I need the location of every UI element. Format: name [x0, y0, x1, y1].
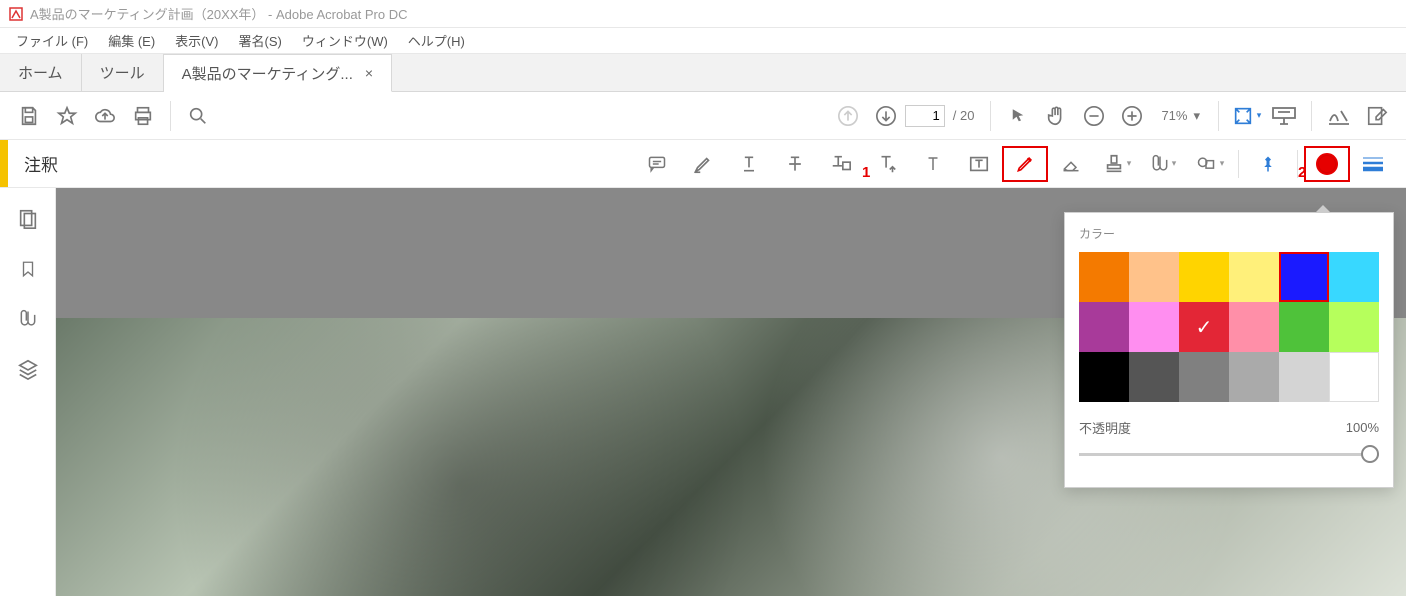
- tab-home-label: ホーム: [18, 62, 63, 83]
- zoom-out-button[interactable]: [1075, 97, 1113, 135]
- close-icon[interactable]: ×: [365, 65, 373, 81]
- eraser-tool[interactable]: [1048, 146, 1094, 182]
- opacity-slider[interactable]: [1079, 443, 1379, 467]
- separator: [170, 101, 171, 131]
- menu-view[interactable]: 表示(V): [165, 29, 228, 52]
- color-picker-popup: カラー ✓ 不透明度 100%: [1064, 212, 1394, 488]
- highlight-tool[interactable]: [680, 146, 726, 182]
- textbox-tool[interactable]: [956, 146, 1002, 182]
- tab-document[interactable]: A製品のマーケティング... ×: [164, 54, 393, 92]
- pin-toolbar-button[interactable]: [1245, 146, 1291, 182]
- color-swatch[interactable]: [1129, 352, 1179, 402]
- print-button[interactable]: [124, 97, 162, 135]
- menu-file[interactable]: ファイル (F): [6, 29, 98, 52]
- color-swatches: ✓: [1079, 252, 1379, 402]
- slider-track: [1079, 453, 1379, 456]
- layers-icon[interactable]: [17, 358, 39, 380]
- color-swatch[interactable]: [1279, 302, 1329, 352]
- text-comment-tool[interactable]: [910, 146, 956, 182]
- toolbar-main: / 20 71% ▾ ▾: [0, 92, 1406, 140]
- chevron-down-icon: ▾: [1193, 108, 1200, 124]
- comment-stripe: [0, 140, 8, 187]
- color-heading: カラー: [1079, 225, 1379, 242]
- sign-tool[interactable]: [1320, 97, 1358, 135]
- tab-tools[interactable]: ツール: [82, 54, 164, 91]
- menubar: ファイル (F) 編集 (E) 表示(V) 署名(S) ウィンドウ(W) ヘルプ…: [0, 28, 1406, 54]
- strikeout-tool[interactable]: [772, 146, 818, 182]
- color-swatch[interactable]: [1129, 252, 1179, 302]
- insert-text-tool[interactable]: [864, 146, 910, 182]
- color-swatch[interactable]: [1179, 352, 1229, 402]
- callout-2: 2: [1298, 164, 1306, 181]
- page-input[interactable]: [905, 105, 945, 127]
- drawing-shapes-tool[interactable]: ▾: [1186, 146, 1232, 182]
- edit-tool[interactable]: [1358, 97, 1396, 135]
- replace-text-tool[interactable]: [818, 146, 864, 182]
- color-swatch[interactable]: [1229, 252, 1279, 302]
- read-mode-button[interactable]: [1265, 97, 1303, 135]
- search-button[interactable]: [179, 97, 217, 135]
- attachment-tool[interactable]: ▾: [1140, 146, 1186, 182]
- fit-page-button[interactable]: ▾: [1227, 97, 1265, 135]
- check-icon: ✓: [1196, 315, 1213, 340]
- window-title: A製品のマーケティング計画（20XX年） - Adobe Acrobat Pro…: [30, 4, 408, 23]
- page-total: / 20: [953, 108, 975, 123]
- color-swatch[interactable]: [1229, 352, 1279, 402]
- tabbar: ホーム ツール A製品のマーケティング... ×: [0, 54, 1406, 92]
- color-swatch[interactable]: [1079, 302, 1129, 352]
- color-swatch[interactable]: [1329, 302, 1379, 352]
- separator: [1238, 150, 1239, 178]
- opacity-label: 不透明度: [1079, 418, 1131, 437]
- color-swatch-button[interactable]: [1304, 146, 1350, 182]
- menu-sign[interactable]: 署名(S): [229, 29, 292, 52]
- line-thickness-button[interactable]: [1350, 146, 1396, 182]
- menu-window[interactable]: ウィンドウ(W): [292, 29, 398, 52]
- color-swatch[interactable]: [1329, 352, 1379, 402]
- color-swatch[interactable]: [1329, 252, 1379, 302]
- color-swatch[interactable]: [1179, 252, 1229, 302]
- color-swatch[interactable]: [1079, 252, 1129, 302]
- current-color-icon: [1316, 153, 1338, 175]
- toolbar-comment: 注釈 ▾ ▾ ▾: [0, 140, 1406, 188]
- left-sidebar: [0, 188, 56, 596]
- next-page-button[interactable]: [867, 97, 905, 135]
- color-swatch[interactable]: [1079, 352, 1129, 402]
- color-swatch[interactable]: [1129, 302, 1179, 352]
- save-button[interactable]: [10, 97, 48, 135]
- pointer-tool[interactable]: [999, 97, 1037, 135]
- window-titlebar: A製品のマーケティング計画（20XX年） - Adobe Acrobat Pro…: [0, 0, 1406, 28]
- separator: [1218, 101, 1219, 131]
- underline-tool[interactable]: [726, 146, 772, 182]
- separator: [1311, 101, 1312, 131]
- sticky-note-tool[interactable]: [634, 146, 680, 182]
- separator: [990, 101, 991, 131]
- bookmarks-icon[interactable]: [19, 258, 37, 280]
- hand-tool[interactable]: [1037, 97, 1075, 135]
- tab-home[interactable]: ホーム: [0, 54, 82, 91]
- opacity-value: 100%: [1346, 420, 1379, 435]
- zoom-in-button[interactable]: [1113, 97, 1151, 135]
- zoom-dropdown[interactable]: 71% ▾: [1161, 108, 1200, 124]
- color-swatch[interactable]: ✓: [1179, 302, 1229, 352]
- menu-edit[interactable]: 編集 (E): [98, 29, 165, 52]
- tab-document-label: A製品のマーケティング...: [182, 63, 353, 84]
- pdf-icon: [8, 6, 24, 22]
- tab-tools-label: ツール: [100, 62, 145, 83]
- callout-1: 1: [862, 164, 870, 181]
- pencil-draw-tool[interactable]: [1002, 146, 1048, 182]
- menu-help[interactable]: ヘルプ(H): [398, 29, 475, 52]
- slider-thumb[interactable]: [1361, 445, 1379, 463]
- attachments-icon[interactable]: [18, 308, 38, 330]
- thumbnails-icon[interactable]: [17, 208, 39, 230]
- zoom-value: 71%: [1161, 108, 1187, 123]
- color-swatch[interactable]: [1229, 302, 1279, 352]
- comment-label: 注釈: [24, 151, 58, 176]
- previous-page-button[interactable]: [829, 97, 867, 135]
- star-button[interactable]: [48, 97, 86, 135]
- stamp-tool[interactable]: ▾: [1094, 146, 1140, 182]
- cloud-upload-button[interactable]: [86, 97, 124, 135]
- color-swatch[interactable]: [1279, 352, 1329, 402]
- color-swatch[interactable]: [1279, 252, 1329, 302]
